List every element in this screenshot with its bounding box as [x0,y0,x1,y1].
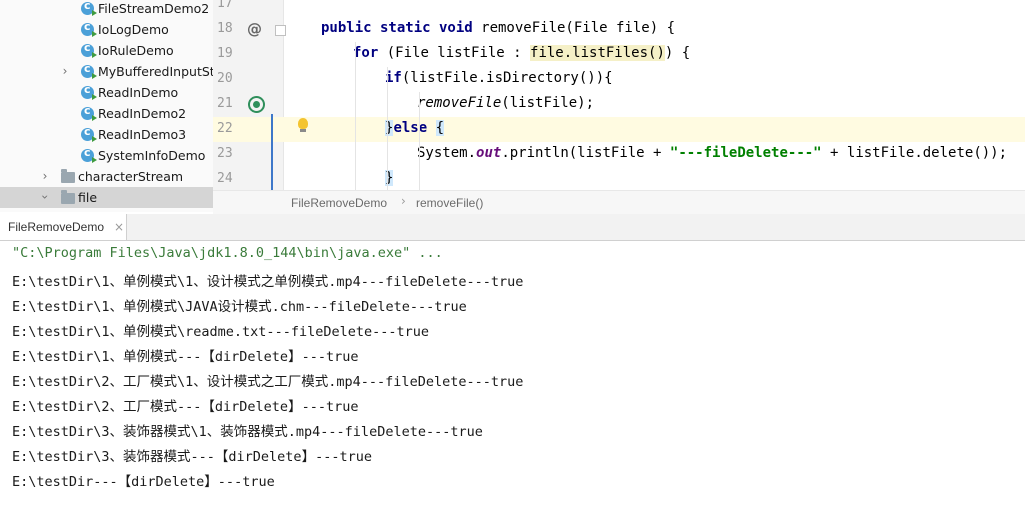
java-class-icon [81,104,97,121]
code-text: }else { [385,120,445,136]
tree-item-filestreamdemo2[interactable]: FileStreamDemo2 [0,0,213,19]
code-editor[interactable]: 17 18 public static void removeFile(File… [213,0,1025,190]
indent-guide [355,42,356,190]
line-number: 20 [217,71,233,86]
chevron-down-icon[interactable]: › [38,192,52,202]
code-line-19[interactable]: 19 for (File listFile : file.listFiles()… [213,42,1025,67]
code-text: System.out.println(listFile + "---fileDe… [417,145,1008,161]
tree-item-systeminfodemo[interactable]: SystemInfoDemo [0,145,213,166]
java-class-icon [81,146,97,163]
console-line: E:\testDir\3、装饰器模式---【dirDelete】---true [12,449,372,465]
code-line-24[interactable]: 24 } [213,167,1025,190]
code-line-20[interactable]: 20 if(listFile.isDirectory()){ [213,67,1025,92]
package-folder-icon [61,169,75,183]
tree-item-file[interactable]: › file [0,187,213,208]
tree-item-mybufferedinputstream[interactable]: › MyBufferedInputStr [0,61,213,82]
console-line: E:\testDir---【dirDelete】---true [12,474,275,490]
tree-item-ioruledemo[interactable]: IoRuleDemo [0,40,213,61]
run-tab[interactable]: FileRemoveDemo × [0,214,127,240]
line-number: 21 [217,96,233,111]
line-number: 22 [217,121,233,136]
console-line: E:\testDir\1、单例模式\JAVA设计模式.chm---fileDel… [12,299,467,315]
line-number: 23 [217,146,233,161]
tree-item-characterstream[interactable]: › characterStream [0,166,213,187]
code-text: removeFile(listFile); [417,95,595,111]
tree-item-label: MyBufferedInputStr [98,64,213,79]
java-class-icon [81,20,97,37]
code-line-23[interactable]: 23 System.out.println(listFile + "---fil… [213,142,1025,167]
chevron-right-icon[interactable]: › [60,64,70,78]
run-tool-window-header: FileRemoveDemo × [0,214,1025,241]
console-line: E:\testDir\1、单例模式\readme.txt---fileDelet… [12,324,429,340]
console-command-line: "C:\Program Files\Java\jdk1.8.0_144\bin\… [12,245,443,261]
breadcrumb: FileRemoveDemo › removeFile() [213,190,1025,216]
code-line-17[interactable]: 17 [213,0,1025,17]
console-line: E:\testDir\3、装饰器模式\1、装饰器模式.mp4---fileDel… [12,424,483,440]
close-icon[interactable]: × [114,220,124,234]
tree-item-iologdemo[interactable]: IoLogDemo [0,19,213,40]
java-class-icon [81,125,97,142]
line-number: 19 [217,46,233,61]
tree-item-label: characterStream [78,169,184,184]
java-class-icon [81,0,97,16]
tree-item-label: ReadInDemo3 [98,127,187,142]
console-line: E:\testDir\1、单例模式\1、设计模式之单例模式.mp4---file… [12,274,524,290]
code-line-21[interactable]: 21 removeFile(listFile); [213,92,1025,117]
code-text: public static void removeFile(File file)… [321,20,676,36]
line-number: 17 [217,0,233,11]
tree-item-label: SystemInfoDemo [98,148,206,163]
breadcrumb-separator-icon: › [401,194,406,208]
tree-item-label: file [78,190,98,205]
code-text: if(listFile.isDirectory()){ [385,70,613,86]
package-folder-icon [61,190,75,204]
code-text: for (File listFile : file.listFiles()) { [353,45,691,61]
vcs-change-marker [271,114,273,190]
recursive-call-icon [248,96,265,113]
indent-guide [387,67,388,190]
console-output[interactable]: "C:\Program Files\Java\jdk1.8.0_144\bin\… [0,241,1025,511]
console-line: E:\testDir\1、单例模式---【dirDelete】---true [12,349,359,365]
override-annotation-icon[interactable]: @ [247,20,262,38]
code-line-18[interactable]: 18 public static void removeFile(File fi… [213,17,1025,42]
tree-item-readindemo3[interactable]: ReadInDemo3 [0,124,213,145]
code-line-22[interactable]: 22 }else { [213,117,1025,142]
tree-item-readindemo[interactable]: ReadInDemo [0,82,213,103]
tree-item-readindemo2[interactable]: ReadInDemo2 [0,103,213,124]
tree-item-label: IoLogDemo [98,22,169,37]
java-class-icon [81,41,97,58]
tree-item-label: ReadInDemo [98,85,179,100]
java-class-icon [81,62,97,79]
breadcrumb-class[interactable]: FileRemoveDemo [291,196,387,210]
chevron-right-icon[interactable]: › [40,169,50,183]
line-number: 24 [217,171,233,186]
lightbulb-icon[interactable] [298,118,308,132]
tree-item-label: IoRuleDemo [98,43,174,58]
breadcrumb-method[interactable]: removeFile() [416,196,483,210]
project-tree: FileStreamDemo2 IoLogDemo IoRuleDemo › M… [0,0,213,212]
java-class-icon [81,83,97,100]
console-line: E:\testDir\2、工厂模式\1、设计模式之工厂模式.mp4---file… [12,374,524,390]
console-line: E:\testDir\2、工厂模式---【dirDelete】---true [12,399,359,415]
fold-marker-icon[interactable] [275,25,286,36]
indent-guide [419,92,420,190]
run-tab-label: FileRemoveDemo [8,220,105,234]
tree-item-label: ReadInDemo2 [98,106,187,121]
tree-item-label: FileStreamDemo2 [98,1,210,16]
line-number: 18 [217,21,233,36]
